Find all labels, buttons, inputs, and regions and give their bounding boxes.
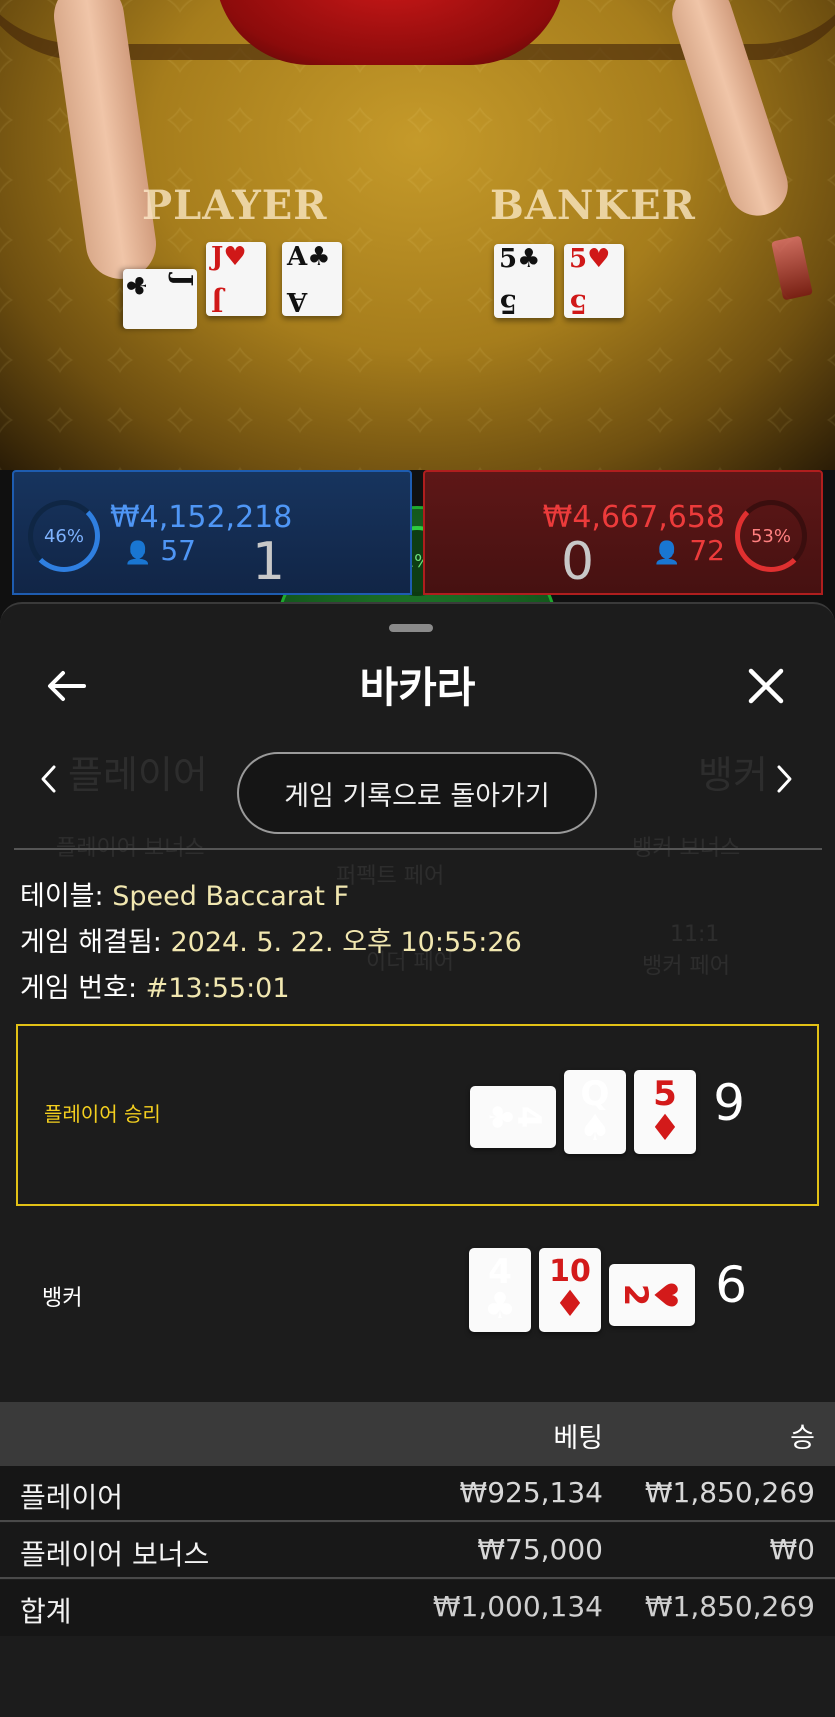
game-number-row: 게임 번호: #13:55:01: [20, 973, 290, 1004]
total-label: 합계: [20, 1595, 72, 1628]
ghost-banker-bonus: 뱅커 보너스: [632, 836, 741, 861]
table-name: Speed Baccarat F: [112, 881, 350, 912]
player-bettor-count: 👤 57: [124, 534, 196, 567]
sheet-drag-handle[interactable]: [389, 624, 433, 632]
banker-card-2: 10 ♦: [539, 1248, 601, 1332]
player-percent-ring: 46%: [28, 500, 100, 572]
divider: [14, 848, 822, 850]
previous-round-button[interactable]: [28, 754, 68, 804]
ghost-banker-pair: 뱅커 페어: [642, 954, 730, 979]
player-bet-area[interactable]: 46% ₩4,152,218 👤 57 1: [12, 470, 412, 595]
chevron-left-icon: [41, 765, 56, 793]
player-score: 1: [252, 532, 286, 592]
video-player-label: PLAYER: [142, 182, 328, 229]
table-row: 플레이어 ₩925,134 ₩1,850,269: [0, 1466, 835, 1522]
game-resolved-time: 2024. 5. 22. 오후 10:55:26: [170, 927, 522, 958]
total-row: 합계 ₩1,000,134 ₩1,850,269: [0, 1580, 835, 1636]
banker-card-3: 2 ♥: [609, 1264, 695, 1326]
back-to-history-button[interactable]: 게임 기록으로 돌아가기: [237, 752, 597, 834]
bet-type-label: 플레이어 보너스: [20, 1538, 210, 1571]
player-total-bet: ₩4,152,218: [110, 500, 293, 535]
total-bet-amount: ₩1,000,134: [432, 1590, 603, 1623]
banker-outcome: 뱅커 4 ♣ 10 ♦ 2 ♥ 6: [16, 1208, 819, 1390]
ghost-banker-pair-odds: 11:1: [670, 922, 720, 947]
game-resolved-row: 게임 해결됨: 2024. 5. 22. 오후 10:55:26: [20, 927, 522, 958]
game-number: #13:55:01: [145, 973, 290, 1004]
person-icon: 👤: [653, 541, 681, 566]
player-card-2: Q ♠: [564, 1070, 626, 1154]
win-amount: ₩0: [769, 1533, 816, 1566]
banker-bet-area[interactable]: 53% ₩4,667,658 👤 72 0: [423, 470, 823, 595]
video-player-card-2: A♣ A: [282, 242, 342, 316]
next-round-button[interactable]: [765, 754, 805, 804]
player-final-score: 9: [713, 1074, 745, 1132]
player-outcome: 플레이어 승리 ♣ 4 Q ♠ 5 ♦ 9: [16, 1024, 819, 1206]
banker-outcome-label: 뱅커: [42, 1286, 83, 1311]
bets-table-header: 베팅 승: [0, 1402, 835, 1466]
video-player-card-3: J ♣: [123, 269, 197, 329]
video-banker-card-2: 5♥ 5: [564, 244, 624, 318]
win-amount: ₩1,850,269: [644, 1476, 815, 1509]
banker-total-bet: ₩4,667,658: [542, 500, 725, 535]
bet-amount: ₩75,000: [477, 1533, 603, 1566]
betting-summary-bar: 1% 46% ₩4,152,218 👤 57 1 53% ₩4,667,658 …: [0, 470, 835, 686]
person-icon: 👤: [124, 541, 152, 566]
banker-bettor-count: 👤 72: [653, 534, 725, 567]
video-banker-card-1: 5♣ 5: [494, 244, 554, 318]
bet-column-header: 베팅: [553, 1423, 603, 1454]
ghost-banker-label: 뱅커: [698, 753, 768, 797]
chevron-right-icon: [777, 765, 792, 793]
video-player-card-1: J♥ J: [206, 242, 266, 316]
video-banker-label: BANKER: [490, 182, 696, 229]
player-outcome-label: 플레이어 승리: [44, 1102, 161, 1126]
banker-final-score: 6: [715, 1256, 747, 1314]
ghost-player-label: 플레이어: [68, 753, 208, 797]
live-video-feed: PLAYER BANKER J ♣ J♥ J A♣ A 5♣ 5 5♥ 5: [0, 0, 835, 470]
sheet-title: 바카라: [359, 663, 476, 712]
player-card-1: ♣ 4: [470, 1086, 556, 1148]
close-icon: [748, 668, 784, 704]
bet-type-label: 플레이어: [20, 1481, 124, 1514]
banker-score: 0: [561, 532, 595, 592]
win-column-header: 승: [790, 1423, 815, 1454]
ghost-player-bonus: 플레이어 보너스: [56, 836, 205, 861]
close-button[interactable]: [736, 656, 796, 716]
card-shoe: [771, 235, 813, 301]
banker-card-1: 4 ♣: [469, 1248, 531, 1332]
total-win-amount: ₩1,850,269: [644, 1590, 815, 1623]
table-name-row: 테이블: Speed Baccarat F: [20, 881, 350, 912]
table-row: 플레이어 보너스 ₩75,000 ₩0: [0, 1523, 835, 1579]
ghost-perfect-pair: 퍼펙트 페어: [336, 864, 445, 889]
banker-percent-ring: 53%: [735, 500, 807, 572]
player-card-3: 5 ♦: [634, 1070, 696, 1154]
bet-amount: ₩925,134: [459, 1476, 603, 1509]
